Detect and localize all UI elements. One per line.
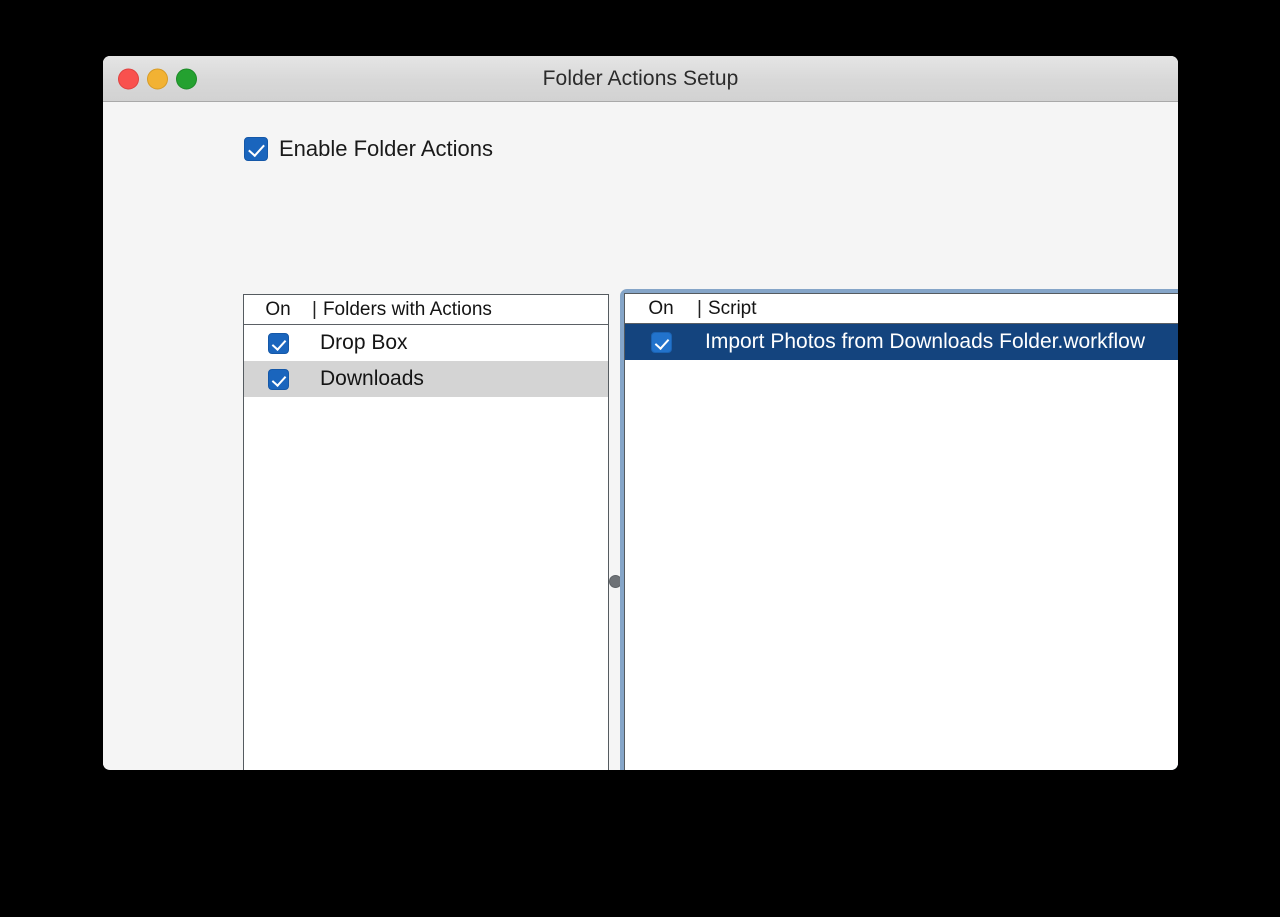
folder-row-checkbox-cell[interactable]: [244, 332, 312, 354]
desktop-background: Folder Actions Setup Enable Folder Actio…: [0, 0, 1280, 917]
scripts-column-title: Script: [707, 297, 757, 319]
folders-with-actions-table[interactable]: On | Folders with Actions Drop Box Downl…: [243, 294, 609, 770]
folder-actions-setup-window: Folder Actions Setup Enable Folder Actio…: [103, 56, 1178, 770]
traffic-light-group: [118, 68, 197, 89]
scripts-table-header: On | Script: [625, 294, 1178, 324]
script-enabled-checkbox[interactable]: [650, 331, 672, 353]
enable-folder-actions-checkbox[interactable]: [244, 137, 268, 161]
script-name: Import Photos from Downloads Folder.work…: [705, 330, 1146, 353]
close-button-icon[interactable]: [118, 68, 139, 89]
table-row[interactable]: Drop Box: [244, 325, 608, 361]
folders-column-title: Folders with Actions: [322, 298, 492, 320]
script-row-checkbox-cell[interactable]: [625, 331, 697, 353]
folder-name: Downloads: [320, 367, 424, 390]
folders-table-header: On | Folders with Actions: [244, 295, 608, 325]
scripts-table[interactable]: On | Script Import Photos from Downloads…: [624, 293, 1178, 770]
scripts-table-focus-ring: On | Script Import Photos from Downloads…: [620, 289, 1178, 770]
window-title: Folder Actions Setup: [542, 66, 739, 90]
folder-enabled-checkbox[interactable]: [267, 332, 289, 354]
table-row[interactable]: Downloads: [244, 361, 608, 397]
window-content: Enable Folder Actions On | Folders with …: [103, 102, 1178, 770]
enable-folder-actions-row[interactable]: Enable Folder Actions: [244, 136, 493, 162]
window-titlebar[interactable]: Folder Actions Setup: [103, 56, 1178, 102]
zoom-button-icon[interactable]: [176, 68, 197, 89]
folder-enabled-checkbox[interactable]: [267, 368, 289, 390]
folders-column-divider: |: [312, 298, 317, 320]
enable-folder-actions-label: Enable Folder Actions: [279, 136, 494, 161]
scripts-column-divider: |: [697, 297, 702, 319]
folders-column-on: On: [265, 298, 291, 320]
scripts-column-on: On: [648, 297, 674, 319]
folder-name: Drop Box: [320, 331, 408, 354]
folder-row-checkbox-cell[interactable]: [244, 368, 312, 390]
table-row[interactable]: Import Photos from Downloads Folder.work…: [625, 324, 1178, 360]
minimize-button-icon[interactable]: [147, 68, 168, 89]
